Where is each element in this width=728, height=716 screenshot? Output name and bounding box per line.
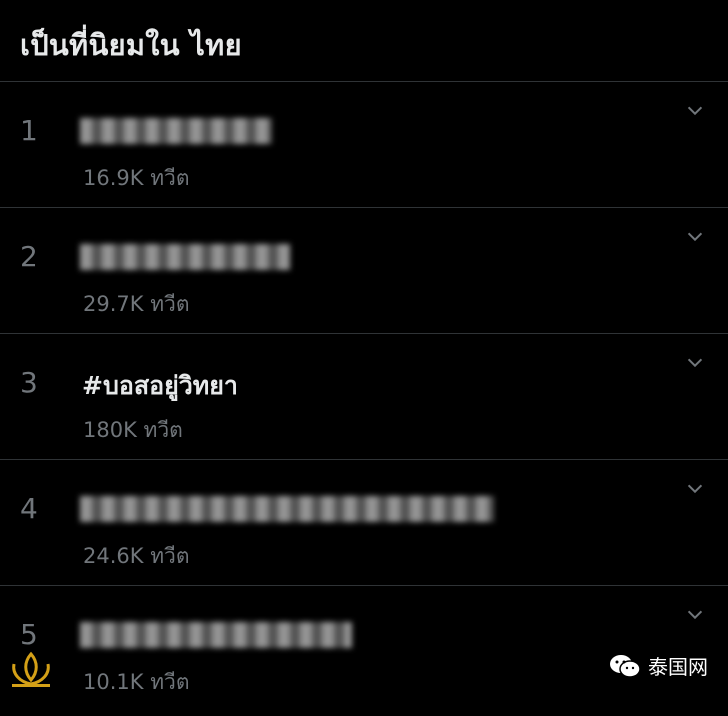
blurred-trend-topic <box>80 496 494 522</box>
trend-topic[interactable]: #บอสอยู่วิทยา <box>82 366 238 406</box>
chevron-down-icon[interactable] <box>684 352 706 374</box>
trend-tweet-count: 16.9K ทวีต <box>83 166 190 190</box>
trends-header: เป็นที่นิยมใน ไทย <box>0 0 728 82</box>
chevron-down-icon[interactable] <box>684 100 706 122</box>
trend-tweet-count: 10.1K ทวีต <box>83 670 190 694</box>
trend-item[interactable]: 1 16.9K ทวีต <box>0 82 728 208</box>
watermark-text: 泰国网 <box>648 655 708 679</box>
blurred-trend-topic <box>80 622 352 648</box>
trend-tweet-count: 29.7K ทวีต <box>83 292 190 316</box>
trend-rank: 5 <box>20 618 38 651</box>
chevron-down-icon[interactable] <box>684 478 706 500</box>
trend-rank: 3 <box>20 366 38 399</box>
wechat-icon <box>610 654 641 678</box>
trend-item[interactable]: 2 29.7K ทวีต <box>0 208 728 334</box>
watermark: 泰国网 <box>608 651 708 680</box>
page-title: เป็นที่นิยมใน ไทย <box>20 28 242 62</box>
trend-rank: 1 <box>20 114 38 147</box>
trend-rank: 4 <box>20 492 38 525</box>
trend-item[interactable]: 3 #บอสอยู่วิทยา 180K ทวีต <box>0 334 728 460</box>
trend-rank: 2 <box>20 240 38 273</box>
lotus-logo-icon <box>12 651 50 687</box>
trend-tweet-count: 24.6K ทวีต <box>83 544 190 568</box>
trend-tweet-count: 180K ทวีต <box>83 418 183 442</box>
blurred-trend-topic <box>80 244 290 270</box>
blurred-trend-topic <box>80 118 272 144</box>
chevron-down-icon[interactable] <box>684 604 706 626</box>
chevron-down-icon[interactable] <box>684 226 706 248</box>
trend-item[interactable]: 4 24.6K ทวีต <box>0 460 728 586</box>
